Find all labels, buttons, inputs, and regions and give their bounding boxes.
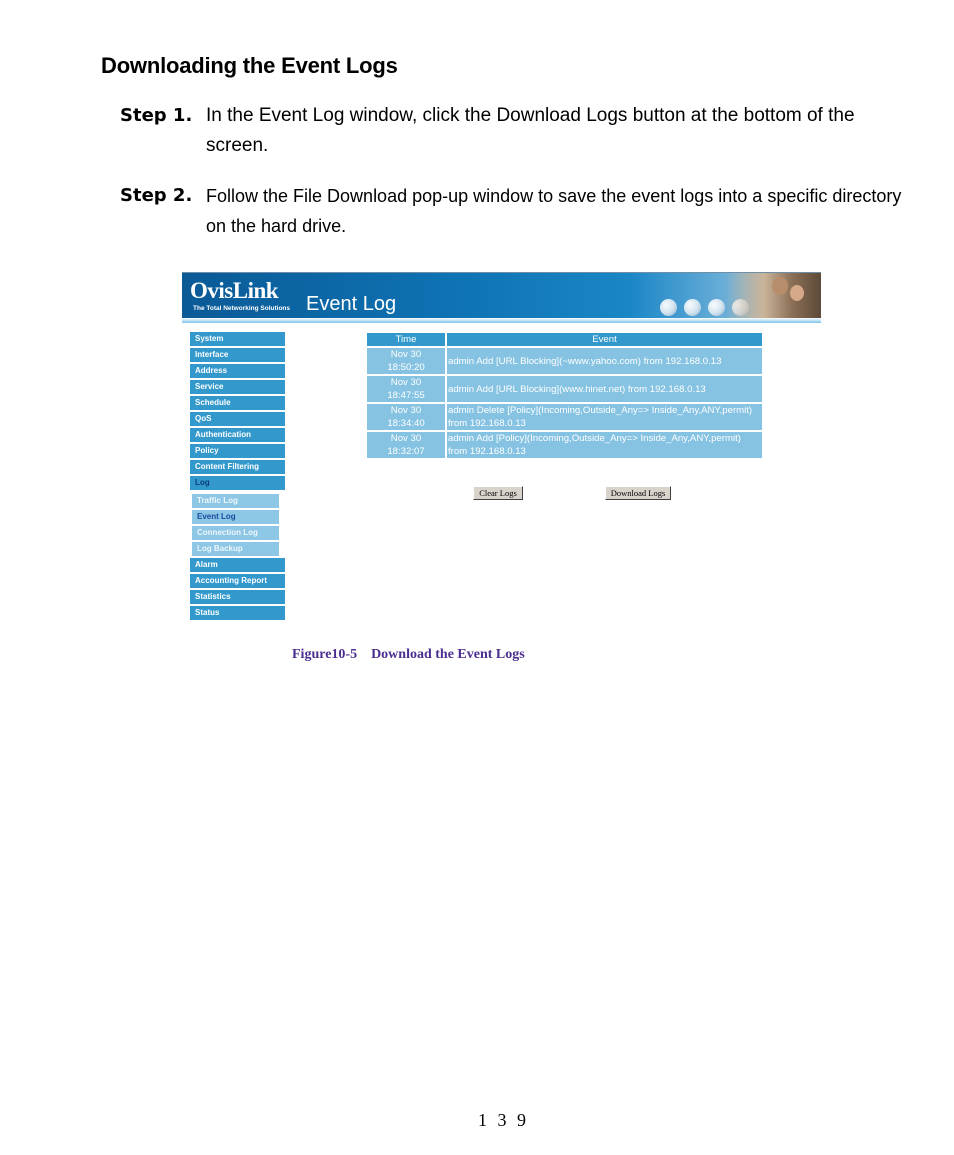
globe-icon: [708, 299, 725, 316]
col-time: Time: [367, 333, 445, 346]
row-event: admin Delete [Policy](Incoming,Outside_A…: [447, 404, 762, 430]
table-row: Nov 30 18:47:55 admin Add [URL Blocking](…: [367, 376, 762, 402]
clear-logs-button[interactable]: Clear Logs: [473, 486, 523, 500]
nav-traffic-log[interactable]: Traffic Log: [192, 494, 279, 508]
row-date: Nov 30: [390, 433, 422, 444]
nav-statistics[interactable]: Statistics: [190, 590, 285, 604]
nav-status[interactable]: Status: [190, 606, 285, 620]
figure-caption: Figure10-5 Download the Event Logs: [292, 647, 525, 662]
sidebar-nav: System Interface Address Service Schedul…: [190, 332, 285, 622]
nav-alarm[interactable]: Alarm: [190, 558, 285, 572]
nav-connection-log[interactable]: Connection Log: [192, 526, 279, 540]
download-logs-button[interactable]: Download Logs: [605, 486, 671, 500]
table-row: Nov 30 18:34:40 admin Delete [Policy](Inc…: [367, 404, 762, 430]
row-clock: 18:47:55: [387, 390, 425, 401]
step-2-label: Step 2.: [120, 185, 193, 206]
step-2-text: Follow the File Download pop-up window t…: [206, 186, 902, 236]
nav-system[interactable]: System: [190, 332, 285, 346]
table-row: Nov 30 18:50:20 admin Add [URL Blocking](…: [367, 348, 762, 374]
nav-qos[interactable]: QoS: [190, 412, 285, 426]
brand-logo: OvisLink: [190, 278, 279, 303]
banner-stripe: [182, 318, 821, 323]
row-date: Nov 30: [390, 405, 422, 416]
row-time: Nov 30 18:34:40: [367, 404, 445, 430]
row-time: Nov 30 18:50:20: [367, 348, 445, 374]
section-heading: Downloading the Event Logs: [101, 53, 398, 78]
row-clock: 18:34:40: [387, 418, 425, 429]
row-time: Nov 30 18:47:55: [367, 376, 445, 402]
brand-tagline: The Total Networking Solutions: [193, 305, 291, 312]
nav-policy[interactable]: Policy: [190, 444, 285, 458]
nav-interface[interactable]: Interface: [190, 348, 285, 362]
step-1-text: In the Event Log window, click the Downl…: [206, 105, 855, 156]
page-title: Event Log: [306, 293, 397, 315]
row-date: Nov 30: [390, 377, 422, 388]
nav-event-log[interactable]: Event Log: [192, 510, 279, 524]
col-event: Event: [447, 333, 762, 346]
nav-log[interactable]: Log: [190, 476, 285, 490]
step-1: Step 1. In the Event Log window, click t…: [120, 101, 910, 161]
page-number: 1 3 9: [478, 1110, 529, 1130]
table-row: Nov 30 18:32:07 admin Add [Policy](Incomi…: [367, 432, 762, 458]
nav-accounting-report[interactable]: Accounting Report: [190, 574, 285, 588]
row-event: admin Add [URL Blocking](www.hinet.net) …: [447, 376, 762, 402]
header-banner: OvisLink The Total Networking Solutions …: [182, 272, 821, 323]
event-log-screenshot: OvisLink The Total Networking Solutions …: [182, 272, 821, 624]
row-event: admin Add [URL Blocking](~www.yahoo.com)…: [447, 348, 762, 374]
nav-log-backup[interactable]: Log Backup: [192, 542, 279, 556]
row-event: admin Add [Policy](Incoming,Outside_Any=…: [447, 432, 762, 458]
nav-schedule[interactable]: Schedule: [190, 396, 285, 410]
photo-figure: [790, 285, 804, 301]
row-date: Nov 30: [390, 349, 422, 360]
table-header: Time Event: [367, 333, 762, 346]
globe-icon: [660, 299, 677, 316]
nav-address[interactable]: Address: [190, 364, 285, 378]
globe-icon: [684, 299, 701, 316]
step-1-label: Step 1.: [120, 105, 193, 126]
row-time: Nov 30 18:32:07: [367, 432, 445, 458]
nav-service[interactable]: Service: [190, 380, 285, 394]
banner-photo: [726, 273, 821, 318]
nav-content-filtering[interactable]: Content Filtering: [190, 460, 285, 474]
row-clock: 18:50:20: [387, 362, 425, 373]
nav-authentication[interactable]: Authentication: [190, 428, 285, 442]
row-clock: 18:32:07: [387, 446, 425, 457]
step-2: Step 2. Follow the File Download pop-up …: [120, 181, 910, 241]
event-log-table: Time Event Nov 30 18:50:20 admin Add [URL…: [365, 331, 764, 460]
photo-figure: [772, 277, 788, 295]
